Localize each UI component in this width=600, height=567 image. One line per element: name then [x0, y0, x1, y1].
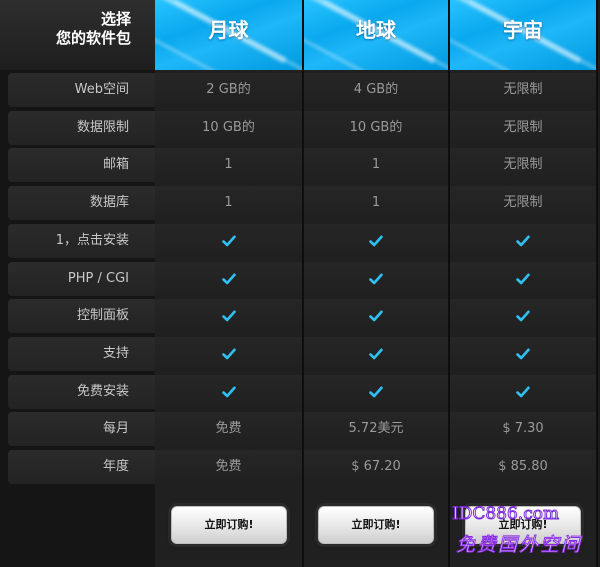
- plan-value-cell: 4 GB的: [304, 73, 448, 107]
- checkmark-icon: [304, 224, 448, 258]
- checkmark-icon: [155, 375, 302, 409]
- row-label: 1，点击安装: [8, 224, 155, 258]
- row-label: 每月: [8, 412, 155, 446]
- order-button-2[interactable]: 立即订购!: [318, 506, 434, 544]
- row-label: Web空间: [8, 73, 155, 107]
- row-label: 免费安装: [8, 375, 155, 409]
- plan-value-cell: 免费: [155, 412, 302, 446]
- row-label: 年度: [8, 450, 155, 484]
- order-button-1[interactable]: 立即订购!: [171, 506, 287, 544]
- checkmark-icon: [304, 299, 448, 333]
- plan-name: 月球: [208, 18, 249, 42]
- pricing-title: 选择 您的软件包: [0, 0, 155, 70]
- plan-value-cell: $ 67.20: [304, 450, 448, 484]
- plan-header-1: 月球: [155, 0, 302, 70]
- checkmark-icon: [304, 337, 448, 371]
- plan-value-cell: 1: [155, 186, 302, 220]
- pricing-table: 选择 您的软件包 月球 立即订购! 地球 立即订购! 宇宙 立即订购! Web空间 2 GB的…: [0, 0, 600, 567]
- plan-value-cell: 5.72美元: [304, 412, 448, 446]
- checkmark-icon: [155, 299, 302, 333]
- plan-value-cell: 无限制: [450, 148, 596, 182]
- checkmark-icon: [155, 262, 302, 296]
- checkmark-icon: [304, 262, 448, 296]
- plan-value-cell: 1: [304, 186, 448, 220]
- plan-value-cell: 无限制: [450, 186, 596, 220]
- plan-name: 宇宙: [503, 18, 543, 42]
- plan-value-cell: 10 GB的: [304, 111, 448, 145]
- row-label: 支持: [8, 337, 155, 371]
- checkmark-icon: [450, 299, 596, 333]
- row-label: PHP / CGI: [8, 262, 155, 296]
- plan-header-2: 地球: [304, 0, 448, 70]
- checkmark-icon: [450, 375, 596, 409]
- row-label: 控制面板: [8, 299, 155, 333]
- row-label: 数据限制: [8, 111, 155, 145]
- row-label: 数据库: [8, 186, 155, 220]
- pricing-title-line1: 选择: [100, 10, 131, 28]
- checkmark-icon: [155, 337, 302, 371]
- watermark-slogan: 免费国外空间: [455, 534, 583, 557]
- row-label: 邮箱: [8, 148, 155, 182]
- checkmark-icon: [450, 337, 596, 371]
- plan-value-cell: 2 GB的: [155, 73, 302, 107]
- checkmark-icon: [450, 262, 596, 296]
- checkmark-icon: [450, 224, 596, 258]
- checkmark-icon: [304, 375, 448, 409]
- plan-value-cell: 无限制: [450, 73, 596, 107]
- plan-header-3: 宇宙: [450, 0, 596, 70]
- plan-value-cell: 1: [304, 148, 448, 182]
- checkmark-icon: [155, 224, 302, 258]
- plan-value-cell: 1: [155, 148, 302, 182]
- watermark-domain: IDC886.com: [451, 504, 560, 525]
- plan-value-cell: $ 85.80: [450, 450, 596, 484]
- pricing-title-line2: 您的软件包: [55, 29, 131, 47]
- watermark: IDC886.com 免费国外空间: [451, 504, 598, 560]
- column-divider: [596, 0, 598, 567]
- plan-name: 地球: [356, 18, 396, 42]
- plan-value-cell: $ 7.30: [450, 412, 596, 446]
- plan-value-cell: 无限制: [450, 111, 596, 145]
- plan-value-cell: 10 GB的: [155, 111, 302, 145]
- plan-value-cell: 免费: [155, 450, 302, 484]
